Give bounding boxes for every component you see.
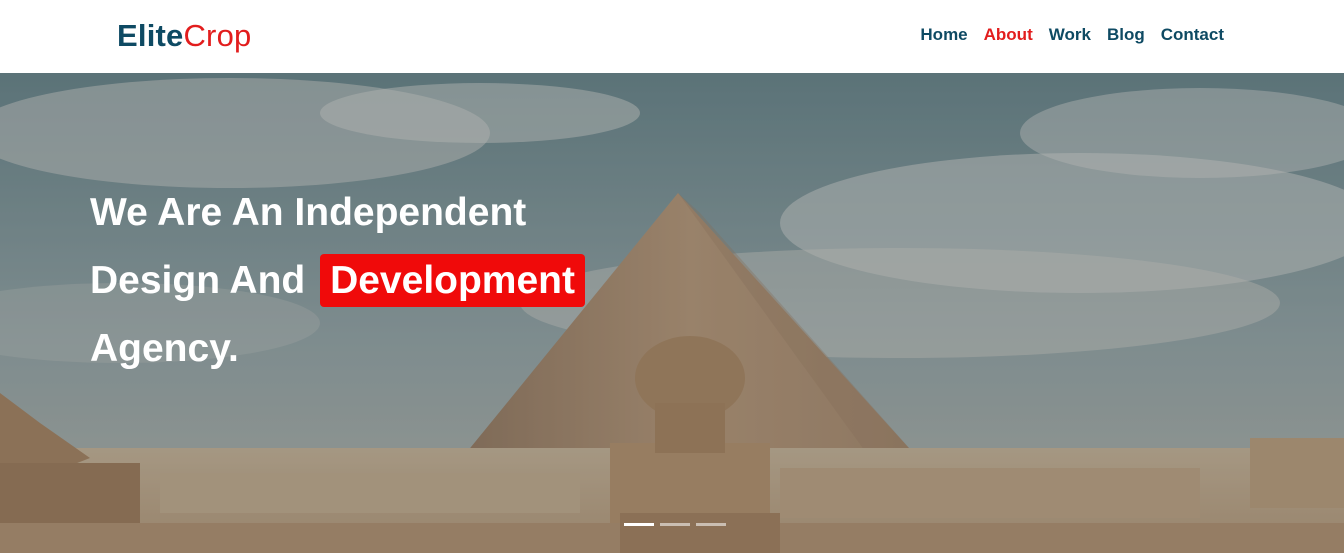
brand-logo[interactable]: EliteCrop: [117, 17, 251, 55]
headline-line-1: We Are An Independent: [90, 191, 527, 234]
nav-item-about[interactable]: About: [984, 24, 1033, 46]
site-header: EliteCrop Home About Work Blog Contact: [0, 0, 1344, 73]
headline-highlight: Development: [320, 254, 585, 307]
nav-item-contact[interactable]: Contact: [1161, 24, 1224, 46]
slider-dot-3[interactable]: [696, 523, 726, 526]
slider-indicators: [624, 523, 726, 526]
main-nav: Home About Work Blog Contact: [920, 24, 1224, 46]
hero-headline: We Are An Independent Design And Develop…: [90, 179, 585, 383]
headline-line-2-prefix: Design And: [90, 259, 306, 302]
hero-banner: We Are An Independent Design And Develop…: [0, 73, 1344, 553]
slider-dot-1[interactable]: [624, 523, 654, 526]
nav-item-blog[interactable]: Blog: [1107, 24, 1145, 46]
headline-line-2: Design And Development: [90, 247, 585, 315]
brand-name-part1: Elite: [117, 18, 184, 53]
headline-line-3: Agency.: [90, 327, 239, 370]
nav-item-work[interactable]: Work: [1049, 24, 1091, 46]
brand-name-part2: Crop: [183, 18, 252, 53]
nav-item-home[interactable]: Home: [920, 24, 967, 46]
slider-dot-2[interactable]: [660, 523, 690, 526]
